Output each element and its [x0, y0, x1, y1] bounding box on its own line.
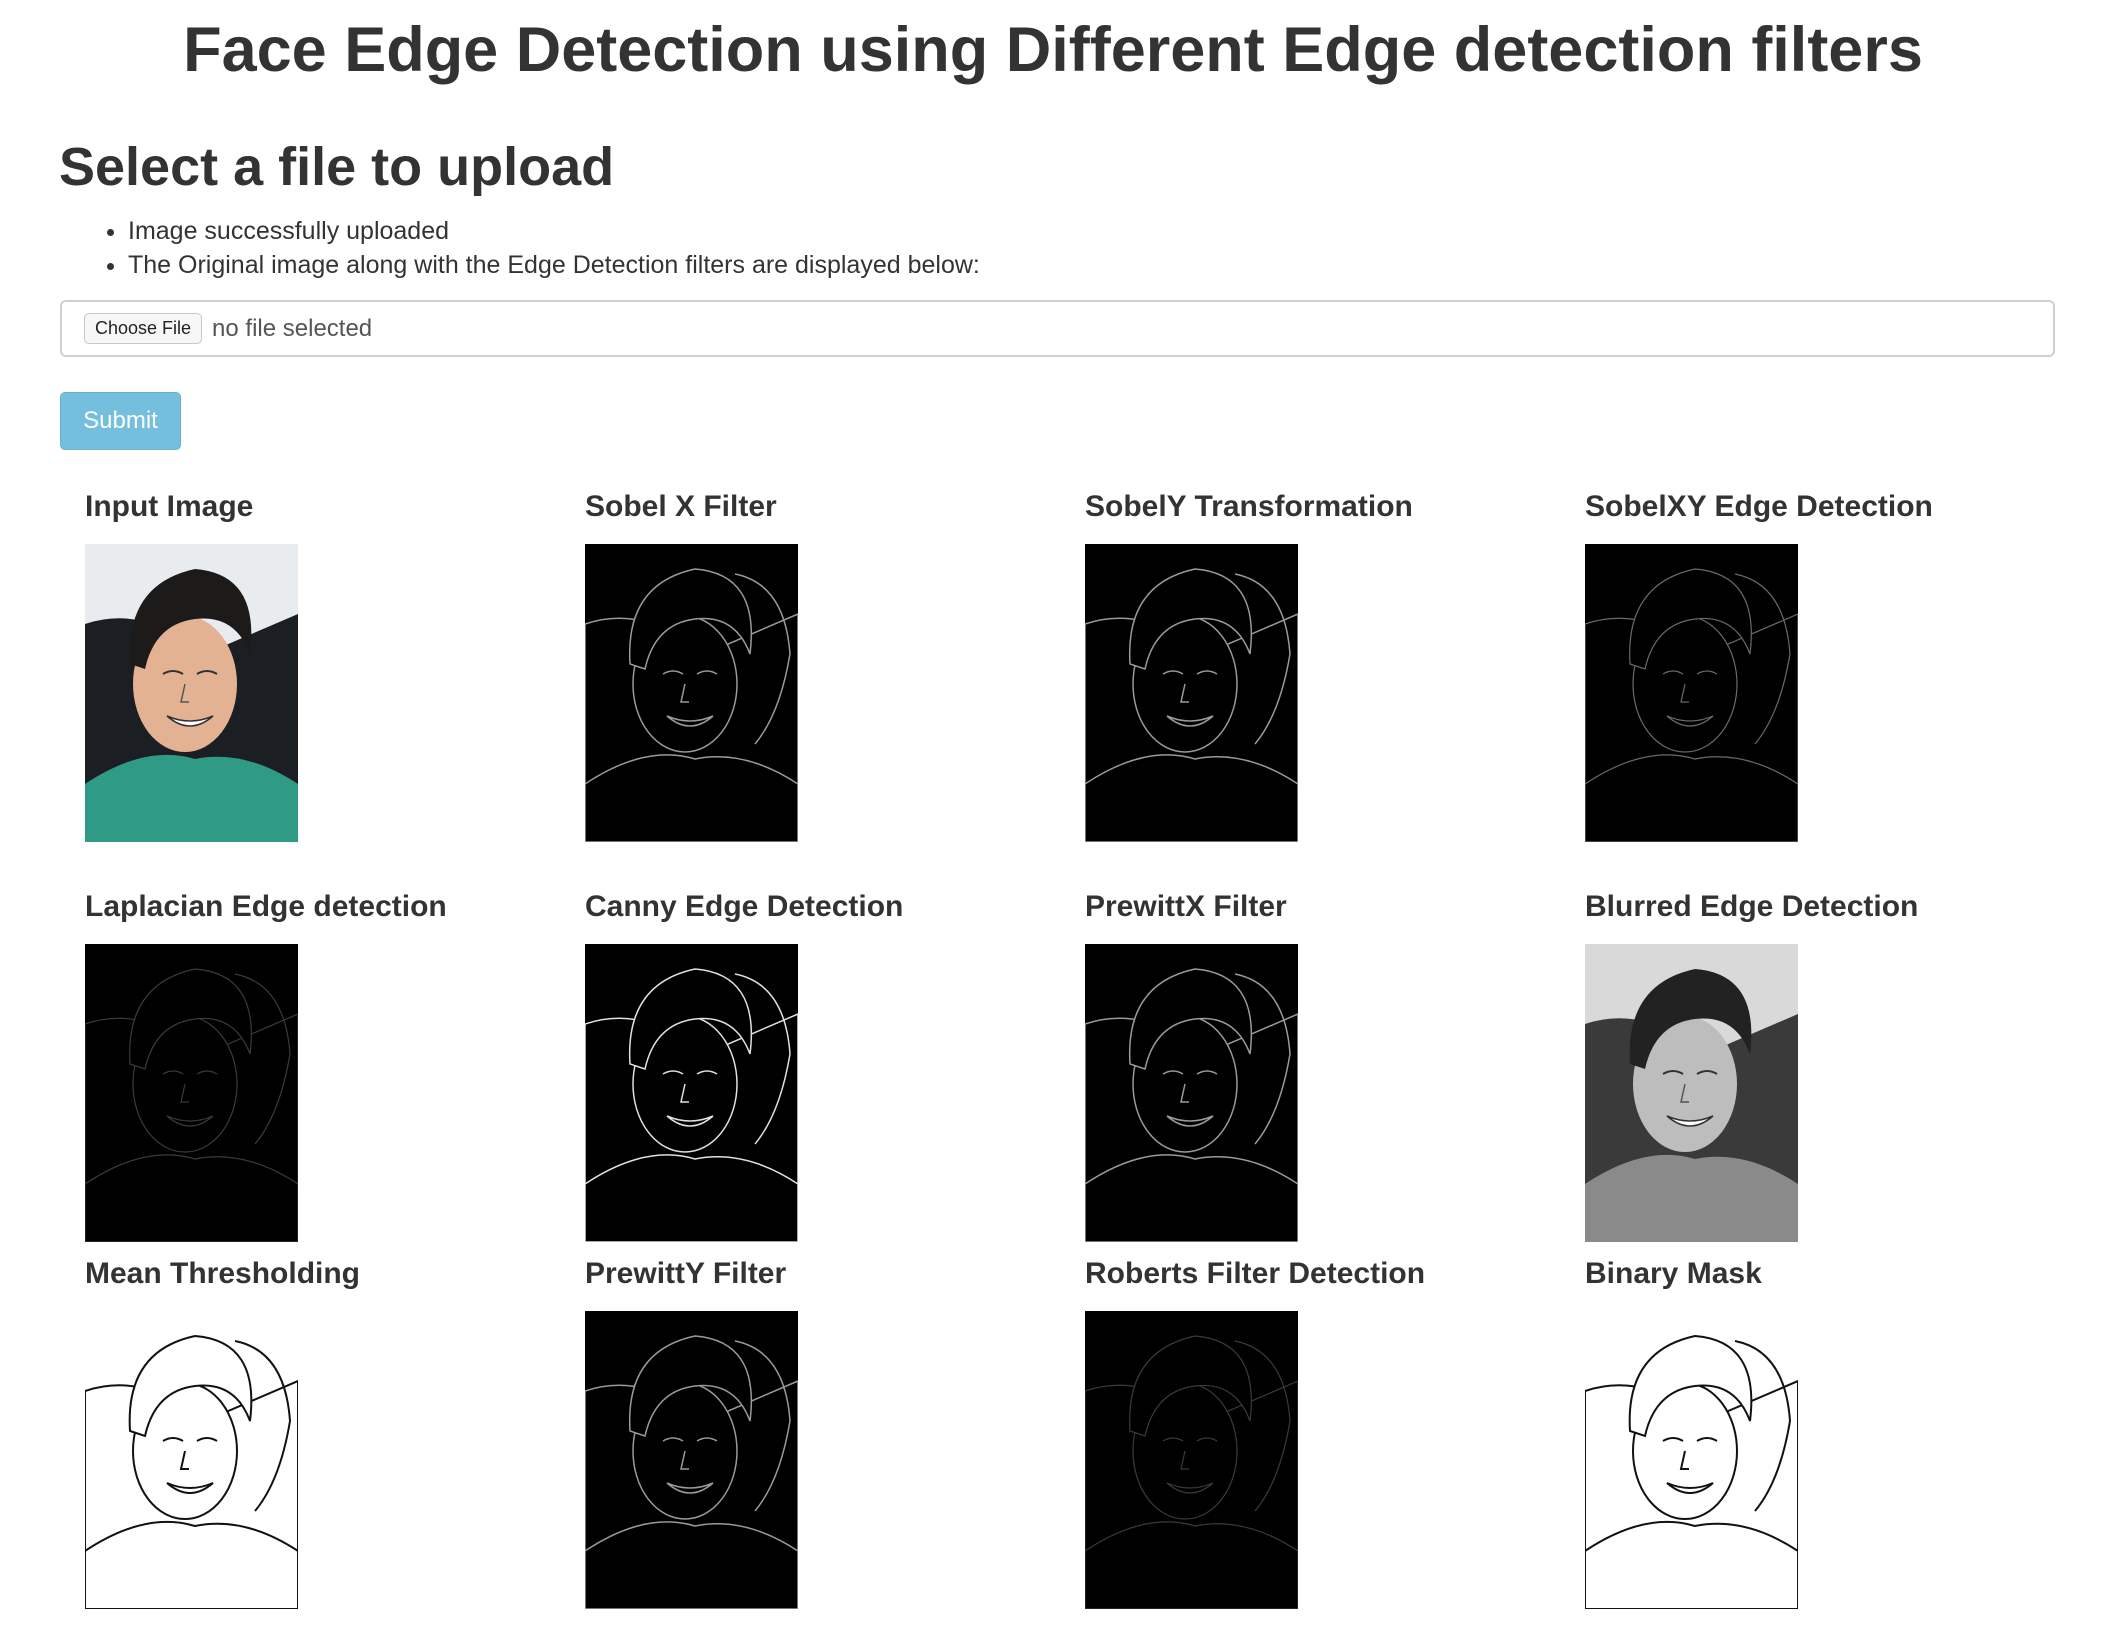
- result-image: [585, 944, 798, 1242]
- result-image: [1085, 944, 1298, 1242]
- result-card-sobel-xy: SobelXY Edge Detection: [1585, 490, 2045, 842]
- result-title: SobelXY Edge Detection: [1585, 490, 1933, 523]
- result-card-blurred: Blurred Edge Detection: [1585, 890, 2045, 1242]
- result-card-prewitt-y: PrewittY Filter: [585, 1257, 1045, 1609]
- result-image: [1085, 1311, 1298, 1609]
- page-title: Face Edge Detection using Different Edge…: [183, 15, 1923, 85]
- result-title: PrewittY Filter: [585, 1257, 787, 1290]
- result-card-prewitt-x: PrewittX Filter: [1085, 890, 1545, 1242]
- result-image: [85, 1311, 298, 1609]
- portrait-graphic: [85, 944, 298, 1242]
- choose-file-button[interactable]: Choose File: [84, 313, 203, 344]
- result-card-canny: Canny Edge Detection: [585, 890, 1045, 1242]
- file-status-text: no file selected: [212, 314, 373, 342]
- portrait-graphic: [1085, 944, 1298, 1242]
- submit-button[interactable]: Submit: [60, 392, 181, 450]
- result-title: Sobel X Filter: [585, 490, 777, 523]
- result-title: Binary Mask: [1585, 1257, 1762, 1290]
- result-title: Roberts Filter Detection: [1085, 1257, 1426, 1290]
- result-image: [1585, 944, 1798, 1242]
- status-message-displayed: The Original image along with the Edge D…: [128, 248, 980, 282]
- portrait-graphic: [1585, 944, 1798, 1242]
- upload-heading: Select a file to upload: [59, 137, 615, 197]
- result-card-sobel-x: Sobel X Filter: [585, 490, 1045, 842]
- result-card-sobel-y: SobelY Transformation: [1085, 490, 1545, 842]
- portrait-graphic: [1585, 544, 1798, 842]
- result-title: Mean Thresholding: [85, 1257, 361, 1290]
- result-card-roberts: Roberts Filter Detection: [1085, 1257, 1545, 1609]
- result-title: Input Image: [85, 490, 254, 523]
- result-title: SobelY Transformation: [1085, 490, 1413, 523]
- status-message-uploaded: Image successfully uploaded: [128, 214, 980, 248]
- portrait-graphic: [1085, 1311, 1298, 1609]
- result-card-laplacian: Laplacian Edge detection: [85, 890, 545, 1242]
- result-image: [585, 1311, 798, 1609]
- portrait-graphic: [85, 1311, 298, 1609]
- file-input[interactable]: Choose File no file selected: [60, 300, 2055, 357]
- result-card-mean-thresholding: Mean Thresholding: [85, 1257, 545, 1609]
- portrait-graphic: [85, 544, 298, 842]
- portrait-graphic: [585, 1311, 798, 1609]
- result-image: [1585, 544, 1798, 842]
- result-image: [585, 544, 798, 842]
- portrait-graphic: [585, 544, 798, 842]
- portrait-graphic: [1085, 544, 1298, 842]
- result-title: Laplacian Edge detection: [85, 890, 447, 923]
- portrait-graphic: [1585, 1311, 1798, 1609]
- result-title: Canny Edge Detection: [585, 890, 904, 923]
- portrait-graphic: [585, 944, 798, 1242]
- result-image: [85, 544, 298, 842]
- result-image: [1585, 1311, 1798, 1609]
- status-messages: Image successfully uploaded The Original…: [70, 214, 980, 282]
- result-title: Blurred Edge Detection: [1585, 890, 1919, 923]
- result-card-binary-mask: Binary Mask: [1585, 1257, 2045, 1609]
- result-title: PrewittX Filter: [1085, 890, 1287, 923]
- result-image: [1085, 544, 1298, 842]
- result-image: [85, 944, 298, 1242]
- result-card-input-image: Input Image: [85, 490, 545, 842]
